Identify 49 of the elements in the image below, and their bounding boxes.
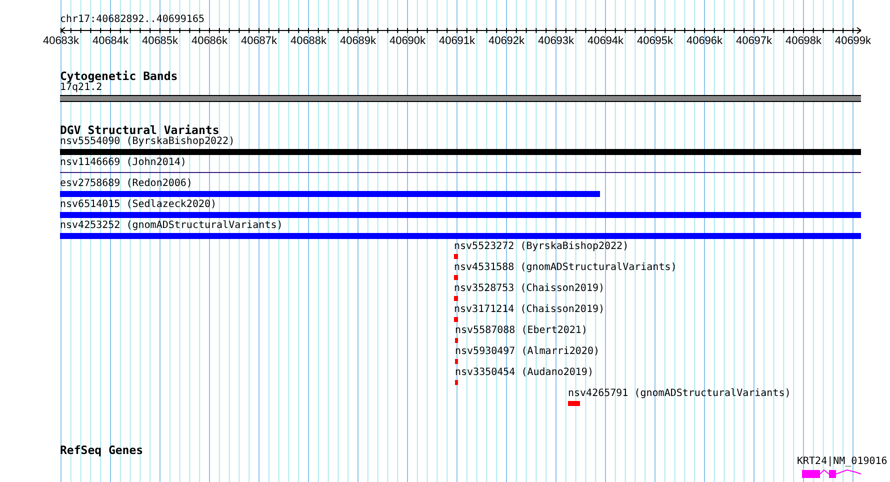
variant-label[interactable]: nsv6514015 (Sedlazeck2020) — [60, 199, 217, 211]
tick-label: 40696k — [686, 35, 723, 47]
tick-label: 40694k — [587, 35, 624, 47]
variant-bar[interactable] — [60, 233, 861, 239]
tick-label: 40684k — [92, 35, 129, 47]
variant-label[interactable]: nsv3350454 (Audano2019) — [455, 367, 594, 379]
tick-label: 40690k — [389, 35, 426, 47]
variant-label[interactable]: nsv4531588 (gnomADStructuralVariants) — [454, 262, 677, 274]
track-title: RefSeq Genes — [60, 444, 144, 456]
variant-bar[interactable] — [454, 317, 458, 322]
tick-label: 40688k — [290, 35, 327, 47]
variant-bar[interactable] — [60, 212, 861, 218]
variant-label[interactable]: nsv5523272 (ByrskaBishop2022) — [454, 241, 629, 253]
variant-label[interactable]: nsv5930497 (Almarri2020) — [455, 346, 600, 358]
track-title: DGV Structural Variants — [60, 124, 220, 136]
tick-label: 40685k — [142, 35, 178, 47]
variant-label[interactable]: nsv5587088 (Ebert2021) — [455, 325, 588, 337]
variant-bar[interactable] — [454, 275, 458, 280]
tick-label: 40699k — [834, 35, 872, 47]
tick-label: 40693k — [538, 35, 574, 47]
variant-bar[interactable] — [455, 338, 458, 343]
track-title: Cytogenetic Bands — [60, 70, 178, 82]
tick-label: 40698k — [785, 35, 822, 47]
variant-label[interactable]: nsv4253252 (gnomADStructuralVariants) — [60, 220, 283, 232]
variant-label[interactable]: esv2758689 (Redon2006) — [60, 178, 192, 190]
tick-label: 40692k — [488, 35, 525, 47]
tick-label: 40686k — [191, 35, 228, 47]
tick-label: 40683k — [42, 35, 80, 47]
tick-label: 40697k — [736, 35, 772, 47]
variant-label[interactable]: nsv3528753 (Chaisson2019) — [454, 283, 605, 295]
variant-bar[interactable] — [454, 254, 458, 259]
variant-bar[interactable] — [455, 380, 458, 385]
variant-label[interactable]: nsv5554090 (ByrskaBishop2022) — [60, 136, 235, 148]
tick-label: 40687k — [240, 35, 278, 47]
tick-label: 40689k — [340, 35, 376, 47]
variant-label[interactable]: nsv3171214 (Chaisson2019) — [454, 304, 605, 316]
gene-drawing[interactable] — [802, 469, 862, 478]
band-label: 17q21.2 — [60, 82, 102, 94]
variant-bar[interactable] — [60, 191, 600, 197]
tick-label: 40695k — [636, 35, 674, 47]
variant-label[interactable]: nsv1146669 (John2014) — [60, 157, 186, 169]
tick-label: 40691k — [438, 35, 476, 47]
variant-bar[interactable] — [568, 401, 580, 406]
variant-bar[interactable] — [454, 296, 458, 301]
gene-label[interactable]: KRT24|NM_019016 — [797, 456, 888, 468]
variant-label[interactable]: nsv4265791 (gnomADStructuralVariants) — [568, 388, 791, 400]
variant-bar[interactable] — [60, 149, 861, 155]
position-label: chr17:40682892..40699165 — [60, 14, 204, 26]
variant-bar[interactable] — [455, 359, 458, 364]
